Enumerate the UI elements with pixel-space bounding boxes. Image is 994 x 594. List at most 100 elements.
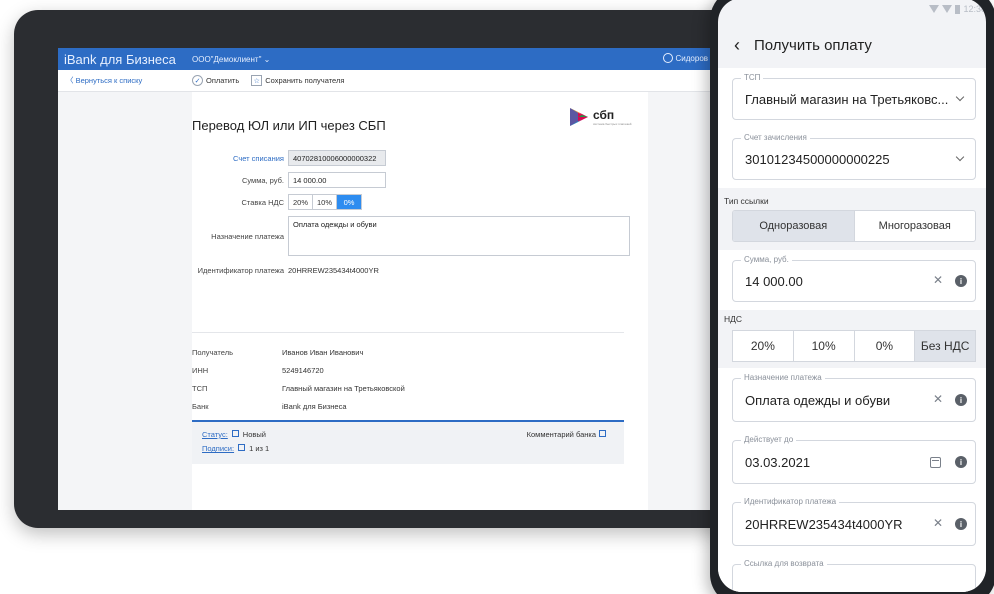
- purpose-textarea[interactable]: Оплата одежды и обуви: [288, 216, 630, 256]
- vat-option-10[interactable]: 10%: [794, 331, 855, 361]
- purpose-value: Оплата одежды и обуви: [745, 393, 891, 408]
- purpose-input[interactable]: Назначение платежа Оплата одежды и обуви…: [732, 373, 976, 422]
- wifi-icon: [929, 5, 940, 13]
- return-link-label: Ссылка для возврата: [741, 559, 827, 568]
- purpose-label: Назначение платежа: [211, 231, 284, 241]
- purpose-row: Назначение платежа Оплата одежды и обуви: [192, 216, 630, 256]
- return-link-input[interactable]: Ссылка для возврата: [732, 559, 976, 592]
- vat-option-20[interactable]: 20%: [733, 331, 794, 361]
- phone-screen: 12:30 ‹ Получить оплату ТСП Главный мага…: [718, 0, 986, 592]
- status-value: Новый: [242, 430, 266, 439]
- app-header: iBank для Бизнеса ООО"Демоклиент" ⌄ Сидо…: [58, 48, 758, 70]
- link-type-single[interactable]: Одноразовая: [733, 211, 855, 241]
- amount-value: 14 000.00: [745, 274, 803, 289]
- payment-id-value: 20HRREW235434t4000YR: [745, 517, 903, 532]
- chevron-down-icon: [955, 152, 965, 162]
- payment-document: Перевод ЮЛ или ИП через СБП сбп система …: [192, 92, 648, 510]
- page-title: Перевод ЮЛ или ИП через СБП: [192, 118, 386, 133]
- info-key: ИНН: [192, 366, 209, 375]
- info-value: 5249146720: [282, 366, 324, 375]
- calendar-icon[interactable]: [930, 457, 941, 468]
- save-recipient-label: Сохранить получателя: [265, 76, 345, 85]
- info-icon[interactable]: i: [955, 275, 967, 287]
- amount-label: Сумма, руб.: [741, 255, 792, 264]
- signal-icon: [942, 5, 953, 13]
- document-icon: [238, 444, 246, 451]
- page-title: Получить оплату: [754, 36, 872, 54]
- check-icon: ✓: [192, 75, 203, 86]
- user-icon: [662, 53, 673, 63]
- amount-input[interactable]: Сумма, руб. 14 000.00 ✕ i: [732, 255, 976, 302]
- amount-row: Сумма, руб. 14 000.00: [192, 172, 386, 188]
- vat-option-none[interactable]: Без НДС: [915, 331, 975, 361]
- bank-comment-label: Комментарий банка: [526, 430, 596, 439]
- account-label[interactable]: Счет списания: [192, 154, 288, 163]
- vat-option-0[interactable]: 0%: [855, 331, 916, 361]
- valid-until-value: 03.03.2021: [745, 455, 811, 470]
- info-value: Главный магазин на Третьяковской: [282, 384, 405, 393]
- payment-id-row: Идентификатор платежа 20HRREW235434t4000…: [192, 266, 379, 275]
- clear-icon[interactable]: ✕: [933, 516, 943, 530]
- phone-status-bar: 12:30: [929, 4, 986, 14]
- phone-header: ‹ Получить оплату: [718, 26, 986, 64]
- amount-input[interactable]: 14 000.00: [288, 172, 386, 188]
- payment-id-input[interactable]: Идентификатор платежа 20HRREW235434t4000…: [732, 497, 976, 546]
- info-row-tsp: ТСП Главный магазин на Третьяковской: [192, 384, 405, 393]
- valid-until-label: Действует до: [741, 435, 797, 444]
- link-type-toggle: Одноразовая Многоразовая: [732, 210, 976, 242]
- info-row-recipient: Получатель Иванов Иван Иванович: [192, 348, 363, 357]
- back-arrow-icon[interactable]: ‹: [718, 35, 754, 56]
- sbp-logo: сбп система быстрых платежей: [568, 106, 631, 128]
- valid-until-input[interactable]: Действует до 03.03.2021 i: [732, 435, 976, 484]
- sbp-logo-icon: [570, 108, 588, 126]
- sbp-logo-subtitle: система быстрых платежей: [593, 122, 632, 126]
- vat-row: Ставка НДС 20% 10% 0%: [192, 194, 362, 210]
- status-panel: Статус: Новый Подписи: 1 из 1 Комментари…: [192, 420, 624, 464]
- tsp-label: ТСП: [741, 73, 764, 82]
- pay-button[interactable]: ✓ Оплатить: [192, 75, 239, 86]
- signatures-value: 1 из 1: [249, 444, 270, 453]
- vat-label: НДС: [724, 314, 743, 324]
- info-key: Банк: [192, 402, 209, 411]
- vat-label: Ставка НДС: [241, 197, 284, 207]
- star-icon: ☆: [251, 75, 263, 86]
- pay-label: Оплатить: [206, 76, 240, 85]
- chevron-down-icon: [955, 92, 965, 102]
- tsp-select[interactable]: ТСП Главный магазин на Третьяковс...: [732, 73, 976, 120]
- info-value: iBank для Бизнеса: [282, 402, 347, 411]
- purpose-label: Назначение платежа: [741, 373, 825, 382]
- clear-icon[interactable]: ✕: [933, 392, 943, 406]
- save-recipient-button[interactable]: ☆ Сохранить получателя: [251, 75, 344, 86]
- info-icon[interactable]: i: [955, 518, 967, 530]
- payment-id-label: Идентификатор платежа: [197, 266, 284, 275]
- payment-id-label: Идентификатор платежа: [741, 497, 840, 506]
- info-icon[interactable]: i: [955, 394, 967, 406]
- document-icon: [599, 430, 606, 437]
- payment-id-value: 20HRREW235434t4000YR: [288, 266, 379, 275]
- tsp-value: Главный магазин на Третьяковс...: [745, 92, 949, 107]
- link-type-multi[interactable]: Многоразовая: [855, 211, 976, 241]
- bank-comment-link[interactable]: Комментарий банка: [527, 430, 606, 439]
- info-value: Иванов Иван Иванович: [282, 348, 364, 357]
- app-brand[interactable]: iBank для Бизнеса: [58, 52, 192, 67]
- account-select[interactable]: Счет зачисления 30101234500000000225: [732, 133, 976, 180]
- org-selector[interactable]: ООО"Демоклиент" ⌄: [192, 55, 270, 64]
- vat-option-0[interactable]: 0%: [337, 195, 361, 209]
- link-type-label: Тип ссылки: [724, 196, 769, 206]
- divider: [192, 332, 624, 333]
- status-link[interactable]: Статус:: [202, 430, 228, 439]
- signatures-link[interactable]: Подписи:: [202, 444, 234, 453]
- vat-option-20[interactable]: 20%: [289, 195, 313, 209]
- info-icon[interactable]: i: [955, 456, 967, 468]
- vat-selector: 20% 10% 0% Без НДС: [732, 330, 976, 362]
- status-line: Статус: Новый: [202, 430, 266, 439]
- tablet-screen: iBank для Бизнеса ООО"Демоклиент" ⌄ Сидо…: [58, 48, 758, 510]
- account-label: Счет зачисления: [741, 133, 810, 142]
- vat-option-10[interactable]: 10%: [313, 195, 337, 209]
- clear-icon[interactable]: ✕: [933, 273, 943, 287]
- document-icon: [231, 430, 239, 437]
- phone-device: 12:30 ‹ Получить оплату ТСП Главный мага…: [710, 0, 994, 594]
- back-to-list-link[interactable]: 〈 Вернуться к списку: [58, 75, 192, 86]
- info-key: Получатель: [192, 348, 233, 357]
- amount-label: Сумма, руб.: [241, 175, 284, 185]
